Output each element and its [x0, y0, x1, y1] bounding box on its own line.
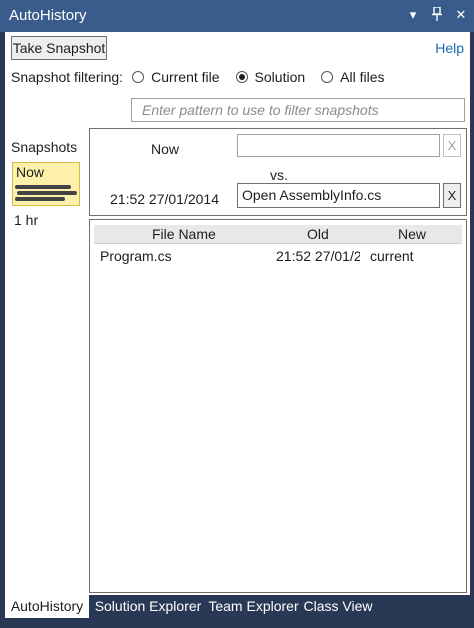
snapshot-now-label: Now: [16, 164, 45, 180]
clear-now-button[interactable]: X: [443, 134, 461, 157]
radio-solution[interactable]: Solution: [235, 69, 306, 85]
file-list: File Name Old New Program.cs 21:52 27/01…: [89, 219, 467, 593]
window-titlebar: AutoHistory ▾ ✕: [0, 0, 474, 32]
tab-team-explorer[interactable]: Team Explorer: [207, 595, 300, 618]
compare-vs-label: vs.: [270, 167, 288, 183]
compare-panel: Now X vs. 21:52 27/01/2014 Open Assembly…: [89, 128, 467, 216]
radio-all-files[interactable]: All files: [321, 69, 385, 85]
file-list-header: File Name Old New: [94, 225, 462, 244]
old-date-cell: 21:52 27/01/2014: [276, 248, 360, 264]
snapshot-filter-label: Snapshot filtering:: [11, 69, 124, 85]
tab-autohistory[interactable]: AutoHistory: [5, 595, 89, 618]
take-snapshot-button[interactable]: Take Snapshot: [11, 36, 107, 60]
file-name-cell: Program.cs: [100, 248, 172, 264]
radio-unchecked-icon: [321, 71, 334, 83]
autohistory-panel: Take Snapshot Help Snapshot filtering: C…: [5, 32, 470, 595]
tab-solution-explorer[interactable]: Solution Explorer: [92, 595, 204, 618]
snapshot-filter-row: Snapshot filtering: Current file Solutio…: [11, 67, 401, 87]
titlebar-controls: ▾ ✕: [406, 6, 468, 25]
new-cell: current: [370, 248, 414, 264]
snapshot-streak: [17, 191, 77, 195]
snapshot-streak: [15, 197, 65, 201]
column-header-new[interactable]: New: [398, 225, 426, 243]
snapshot-now[interactable]: Now: [12, 162, 80, 206]
pin-icon[interactable]: [430, 6, 444, 25]
compare-now-field[interactable]: [237, 134, 440, 157]
timeline-hour-label: 1 hr: [14, 212, 39, 228]
compare-old-field[interactable]: Open AssemblyInfo.cs: [237, 183, 440, 208]
filter-pattern-input[interactable]: Enter pattern to use to filter snapshots: [131, 98, 465, 122]
radio-unchecked-icon: [132, 71, 145, 83]
bottom-tab-strip: AutoHistory Solution Explorer Team Explo…: [0, 595, 474, 618]
compare-now-label: Now: [151, 141, 180, 157]
radio-current-file[interactable]: Current file: [132, 69, 220, 85]
compare-old-date: 21:52 27/01/2014: [110, 191, 219, 207]
radio-solution-label: Solution: [254, 69, 306, 85]
snapshot-streak: [15, 185, 71, 189]
radio-checked-icon: [235, 71, 248, 83]
snapshots-label: Snapshots: [11, 139, 78, 155]
close-icon[interactable]: ✕: [454, 7, 468, 25]
clear-old-button[interactable]: X: [443, 183, 461, 208]
chevron-down-icon[interactable]: ▾: [406, 7, 420, 25]
column-header-file-name[interactable]: File Name: [152, 225, 216, 243]
column-header-old[interactable]: Old: [307, 225, 329, 243]
window-title: AutoHistory: [9, 7, 87, 24]
tab-class-view[interactable]: Class View: [302, 595, 374, 618]
radio-all-files-label: All files: [340, 69, 385, 85]
help-link[interactable]: Help: [435, 40, 464, 56]
radio-current-file-label: Current file: [151, 69, 220, 85]
